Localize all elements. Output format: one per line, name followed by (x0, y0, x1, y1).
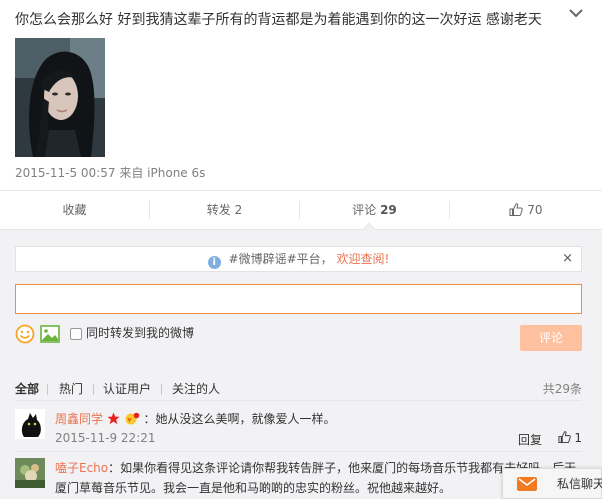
repost-checkbox-label[interactable]: 同时转发到我的微博 (86, 324, 194, 342)
repost-button[interactable]: 转发 2 (150, 191, 299, 229)
close-icon[interactable]: × (562, 247, 573, 271)
like-count: 70 (527, 203, 543, 217)
info-icon: i (207, 256, 221, 269)
comment-button[interactable]: 评论 29 (300, 191, 449, 229)
comment-label: 评论 (352, 203, 377, 217)
reply-button[interactable]: 回复 (518, 431, 542, 448)
comments-section: i #微博辟谣#平台， 欢迎查阅! × 同时转发到我的微博 评论 全部 热门 认… (0, 230, 602, 499)
divider (15, 451, 582, 452)
comment-like-button[interactable]: 1 (558, 431, 582, 445)
chevron-down-icon[interactable] (565, 4, 587, 22)
post-meta: 2015-11-5 00:57 来自 iPhone 6s (15, 164, 205, 181)
repost-checkbox[interactable] (70, 328, 82, 340)
divider (15, 400, 582, 401)
filter-verified[interactable]: 认证用户 (103, 378, 151, 400)
avatar[interactable] (15, 409, 45, 439)
favorite-label: 收藏 (62, 203, 87, 217)
comment-like-count: 1 (574, 431, 582, 445)
avatar[interactable] (15, 458, 45, 488)
comment-time: 2015-11-9 22:21 (55, 431, 156, 445)
rumor-notice: i #微博辟谣#平台， 欢迎查阅! × (15, 246, 582, 272)
mail-icon (517, 477, 537, 491)
filter-hot[interactable]: 热门 (59, 378, 83, 400)
star-icon[interactable] (107, 412, 120, 425)
thumb-up-icon (509, 203, 524, 216)
image-icon[interactable] (40, 325, 60, 343)
composer-toolbar: 同时转发到我的微博 评论 (15, 322, 582, 351)
divider (93, 384, 94, 395)
submit-comment-button[interactable]: 评论 (520, 325, 582, 351)
action-bar: 收藏 转发 2 评论 29 70 (0, 190, 602, 238)
notice-text: #微博辟谣#平台， (228, 252, 333, 266)
post-text: 你怎么会那么好 好到我猜这辈子所有的背运都是为着能遇到你的这一次好运 感谢老天 (15, 12, 542, 28)
post-photo[interactable] (15, 38, 105, 157)
post-time[interactable]: 2015-11-5 00:57 (15, 166, 116, 180)
comment-text: 厦门草莓音乐节见。我会一直是他和马啲啲的忠实的粉丝。祝他越来越好。 (55, 481, 452, 495)
comment-username[interactable]: 嗑子Echo (55, 461, 108, 475)
comment-text: ：她从没这么美啊，就像爱人一样。 (143, 412, 336, 426)
emoji-icon[interactable] (15, 324, 35, 344)
divider (47, 384, 48, 395)
filter-following[interactable]: 关注的人 (172, 378, 220, 400)
thumb-up-icon (558, 431, 571, 443)
comment-body: 周鑫同学 ：她从没这么美啊，就像爱人一样。 (55, 409, 336, 429)
comment-total: 共29条 (542, 382, 582, 396)
repost-label: 转发 2 (206, 203, 243, 217)
from-label: 来自 (119, 166, 144, 180)
favorite-button[interactable]: 收藏 (0, 191, 149, 229)
private-message-label: 私信聊天 (557, 477, 602, 491)
notice-link[interactable]: 欢迎查阅! (336, 252, 389, 266)
private-message-bar[interactable]: 私信聊天 (502, 468, 602, 499)
comment-count: 29 (380, 203, 397, 217)
filter-all[interactable]: 全部 (15, 378, 39, 400)
vip-badge-icon[interactable] (124, 412, 140, 425)
like-button[interactable]: 70 (450, 191, 602, 229)
divider (161, 384, 162, 395)
comment-body: 嗑子Echo：如果你看得见这条评论请你帮我转告胖子，他来厦门的每场音乐节我都有去… (55, 458, 576, 498)
comment-filter-tabs: 全部 热门 认证用户 关注的人 共29条 (15, 378, 582, 400)
comment-username[interactable]: 周鑫同学 (55, 412, 103, 426)
comment-input[interactable] (15, 284, 582, 314)
post-source[interactable]: iPhone 6s (147, 166, 205, 180)
